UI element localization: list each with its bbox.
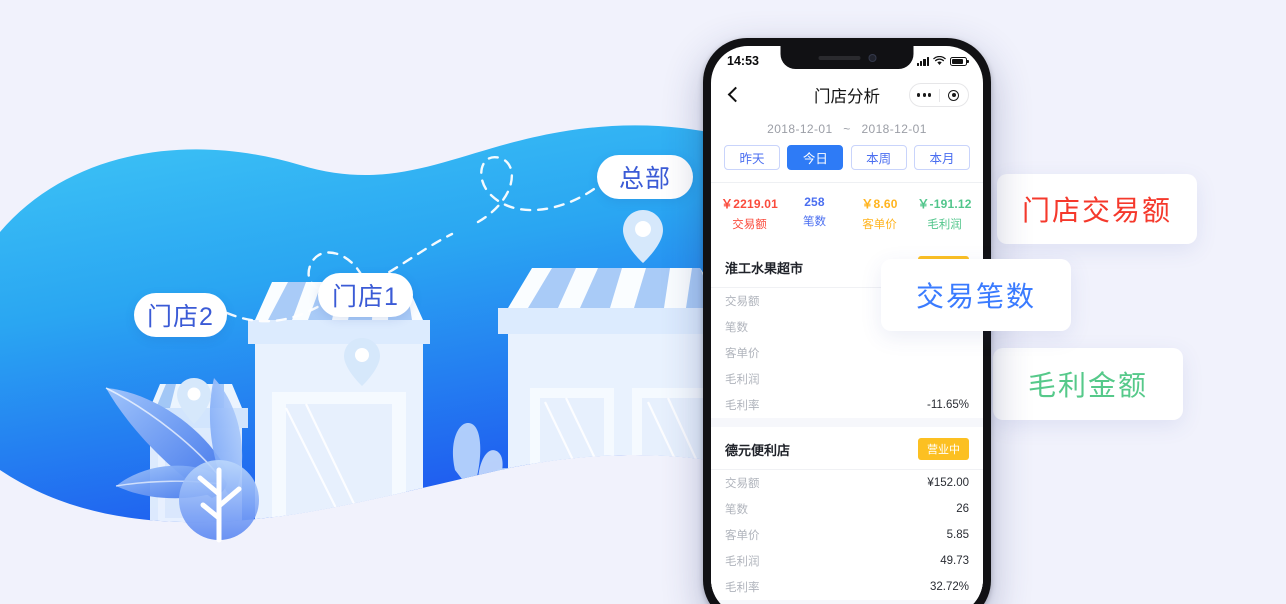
filter-label: 今日 [802,152,828,166]
stat-value: 258 [804,195,825,209]
callout-gross-profit: 毛利金额 [993,348,1183,420]
date-filter-group: 昨天 今日 本周 本月 [711,145,983,182]
filter-label: 本月 [929,152,955,166]
miniprogram-capsule[interactable] [909,83,969,107]
front-camera-icon [868,53,876,62]
metric-value: 5.85 [946,529,969,541]
metric-row: 毛利率 -11.65% [711,392,983,418]
store-name: 淮工水果超市 [725,260,804,276]
metric-row: 笔数 26 [711,496,983,522]
signal-icon [916,56,929,66]
metric-value: 49.73 [940,555,969,567]
callout-transaction-count: 交易笔数 [881,259,1071,331]
filter-yesterday[interactable]: 昨天 [724,145,780,170]
date-range[interactable]: 2018-12-01 ~ 2018-12-01 [711,114,983,145]
stat-label: 交易额 [732,219,767,231]
stat-value: ￥8.60 [861,197,898,211]
metric-row: 交易额 ¥152.00 [711,470,983,496]
metric-value: 26 [956,503,969,515]
callout-text: 交易笔数 [915,281,1036,312]
stat-gross-profit: ￥-191.12 毛利润 [912,195,977,232]
metric-label: 毛利率 [725,582,760,594]
wifi-icon [933,56,946,65]
store-card[interactable]: 德元便利店 营业中 交易额 ¥152.00 笔数 26 客单价 5.85 毛利润 [711,427,983,600]
metric-row: 毛利润 [711,366,983,392]
metric-label: 笔数 [725,504,748,516]
metric-label: 客单价 [725,348,760,360]
metric-value: 32.72% [929,581,969,593]
map-label-text: 总部 [618,165,671,193]
stat-label: 毛利润 [927,219,962,231]
metric-label: 交易额 [725,296,760,308]
stat-label: 笔数 [803,216,826,228]
metric-label: 毛利润 [725,556,760,568]
map-label-text: 门店2 [147,303,214,331]
filter-today[interactable]: 今日 [787,145,844,170]
nav-bar: 门店分析 [711,76,983,114]
target-circle-icon[interactable] [940,89,969,101]
status-badge: 营业中 [918,438,969,460]
metric-label: 笔数 [725,322,748,334]
map-label-headquarters[interactable]: 总部 [597,155,693,199]
tree-left [179,460,259,543]
stat-value: ￥2219.01 [721,197,778,211]
stat-transaction-amount: ￥2219.01 交易额 [717,195,782,232]
more-dots-icon[interactable] [910,93,939,97]
speaker-slot [818,55,860,60]
store-header: 德元便利店 营业中 [711,427,983,470]
status-bar-time: 14:53 [727,54,759,68]
filter-this-month[interactable]: 本月 [913,145,970,170]
phone-notch [780,46,914,69]
date-range-start: 2018-12-01 [767,122,833,136]
metric-label: 客单价 [725,530,760,542]
date-range-end: 2018-12-01 [861,122,927,136]
callout-text: 毛利金额 [1027,370,1148,401]
stat-label: 客单价 [862,219,897,231]
back-arrow-icon[interactable] [725,86,743,104]
callout-text: 门店交易额 [1021,195,1172,226]
metric-label: 毛利率 [725,400,760,412]
metric-value: -11.65% [927,399,969,411]
map-label-store1[interactable]: 门店1 [318,273,413,317]
stat-transaction-count: 258 笔数 [782,195,847,232]
filter-label: 本周 [866,152,892,166]
metric-row: 毛利润 49.73 [711,548,983,574]
metric-value: ¥152.00 [927,477,969,489]
filter-label: 昨天 [739,152,765,166]
metric-row: 毛利率 32.72% [711,574,983,600]
summary-stats: ￥2219.01 交易额 258 笔数 ￥8.60 客单价 ￥-191.12 毛… [711,183,983,245]
store-name: 德元便利店 [725,442,791,458]
store-building-right [498,268,734,523]
map-label-store2[interactable]: 门店2 [134,293,227,337]
metric-row: 客单价 [711,340,983,366]
battery-icon [950,56,969,66]
store-building-center [248,282,430,523]
callout-transaction-amount: 门店交易额 [997,174,1197,244]
metric-row: 客单价 5.85 [711,522,983,548]
stat-value: ￥-191.12 [917,197,972,211]
map-label-text: 门店1 [332,283,399,311]
metric-label: 交易额 [725,478,760,490]
filter-this-week[interactable]: 本周 [850,145,907,170]
date-range-separator: ~ [843,122,851,136]
metric-label: 毛利润 [725,374,760,386]
stat-avg-order-value: ￥8.60 客单价 [847,195,912,232]
